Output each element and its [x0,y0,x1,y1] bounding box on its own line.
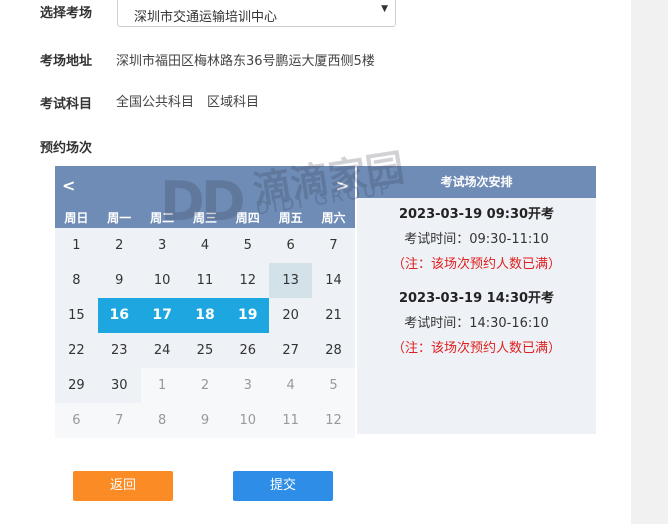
prev-month-button[interactable]: < [62,176,75,195]
exam-site-select-value: 深圳市交通运输培训中心 [134,10,278,25]
calendar-day: 1 [140,368,184,403]
calendar-day: 7 [97,403,141,438]
calendar-day[interactable]: 10 [140,263,184,298]
calendar-day[interactable]: 9 [97,263,141,298]
next-month-button[interactable]: > [336,176,349,195]
calendar-day[interactable]: 14 [312,263,355,298]
session-start-time: 2023-03-19 09:30开考 [398,207,555,222]
calendar-week-row: 6 7 8 9 10 11 12 [55,403,355,438]
calendar-day[interactable]: 6 [269,228,313,263]
calendar-day: 8 [140,403,184,438]
calendar-day[interactable]: 8 [55,263,98,298]
weekday-label: 周日 [64,211,89,225]
schedule-title: 考试场次安排 [357,166,596,198]
session-duration: 考试时间：14:30-16:10 [404,316,549,331]
weekday-label: 周二 [150,211,175,225]
calendar-day[interactable]: 16 [97,298,141,333]
calendar-day: 11 [269,403,313,438]
calendar-day[interactable]: 23 [97,333,141,368]
calendar-day: 10 [226,403,270,438]
submit-button[interactable]: 提交 [233,471,333,501]
chevron-down-icon: ▼ [381,4,388,14]
calendar-day[interactable]: 21 [312,298,355,333]
calendar-day: 9 [183,403,227,438]
session-item: 2023-03-19 09:30开考 考试时间：09:30-11:10 （注：该… [357,203,596,272]
calendar-day: 6 [55,403,98,438]
date-calendar: < > 周日 周一 周二 周三 周四 周五 周六 1 2 3 4 5 6 7 8 9 10 11 12 13 14 15… [55,166,355,438]
calendar-day: 5 [312,368,355,403]
calendar-week-row: 22 23 24 25 26 27 28 [55,333,355,368]
calendar-day: 4 [269,368,313,403]
session-full-note: （注：该场次预约人数已满） [391,341,561,356]
subjects-label: 考试科目 [40,97,93,112]
weekday-label: 周五 [278,211,303,225]
weekday-row: 周日 周一 周二 周三 周四 周五 周六 [55,208,355,228]
weekday-label: 周三 [192,211,217,225]
calendar-day[interactable]: 13 [269,263,313,298]
calendar-day[interactable]: 30 [97,368,141,403]
calendar-day: 2 [183,368,227,403]
calendar-day[interactable]: 28 [312,333,355,368]
calendar-week-row: 8 9 10 11 12 13 14 [55,263,355,298]
session-full-note: （注：该场次预约人数已满） [391,257,561,272]
calendar-week-row: 29 30 1 2 3 4 5 [55,368,355,403]
calendar-day: 3 [226,368,270,403]
weekday-label: 周四 [235,211,260,225]
right-sidebar-strip [631,0,668,524]
back-button[interactable]: 返回 [73,471,173,501]
calendar-day[interactable]: 3 [140,228,184,263]
calendar-day[interactable]: 18 [183,298,227,333]
booking-label: 预约场次 [40,141,93,156]
subjects-value: 全国公共科目 区域科目 [116,95,260,110]
calendar-day[interactable]: 5 [226,228,270,263]
session-start-time: 2023-03-19 14:30开考 [398,291,555,306]
address-value: 深圳市福田区梅林路东36号鹏运大厦西侧5楼 [116,54,375,69]
calendar-grid: 1 2 3 4 5 6 7 8 9 10 11 12 13 14 15 16 17 18 19 20 21 22 23 24 2… [55,228,355,438]
calendar-day[interactable]: 26 [226,333,270,368]
calendar-day[interactable]: 4 [183,228,227,263]
calendar-day[interactable]: 20 [269,298,313,333]
calendar-day[interactable]: 11 [183,263,227,298]
weekday-label: 周六 [321,211,346,225]
calendar-day[interactable]: 27 [269,333,313,368]
calendar-day[interactable]: 22 [55,333,98,368]
calendar-week-row: 1234567 [55,228,355,263]
calendar-day[interactable]: 24 [140,333,184,368]
exam-schedule-panel: 考试场次安排 2023-03-19 09:30开考 考试时间：09:30-11:… [357,166,596,434]
calendar-day[interactable]: 12 [226,263,270,298]
exam-site-select[interactable]: 深圳市交通运输培训中心 ▼ [117,0,396,27]
exam-site-label: 选择考场 [40,6,93,21]
calendar-day[interactable]: 15 [55,298,98,333]
calendar-day: 12 [312,403,355,438]
address-label: 考场地址 [40,54,93,69]
calendar-day[interactable]: 19 [226,298,270,333]
calendar-day[interactable]: 7 [312,228,355,263]
session-duration: 考试时间：09:30-11:10 [404,232,549,247]
calendar-day[interactable]: 2 [97,228,141,263]
session-item: 2023-03-19 14:30开考 考试时间：14:30-16:10 （注：该… [357,287,596,356]
calendar-day[interactable]: 17 [140,298,184,333]
weekday-label: 周一 [107,211,132,225]
calendar-week-row: 15 16 17 18 19 20 21 [55,298,355,333]
calendar-day[interactable]: 29 [55,368,98,403]
calendar-day[interactable]: 1 [55,228,98,263]
calendar-header: < > [55,166,355,208]
calendar-day[interactable]: 25 [183,333,227,368]
